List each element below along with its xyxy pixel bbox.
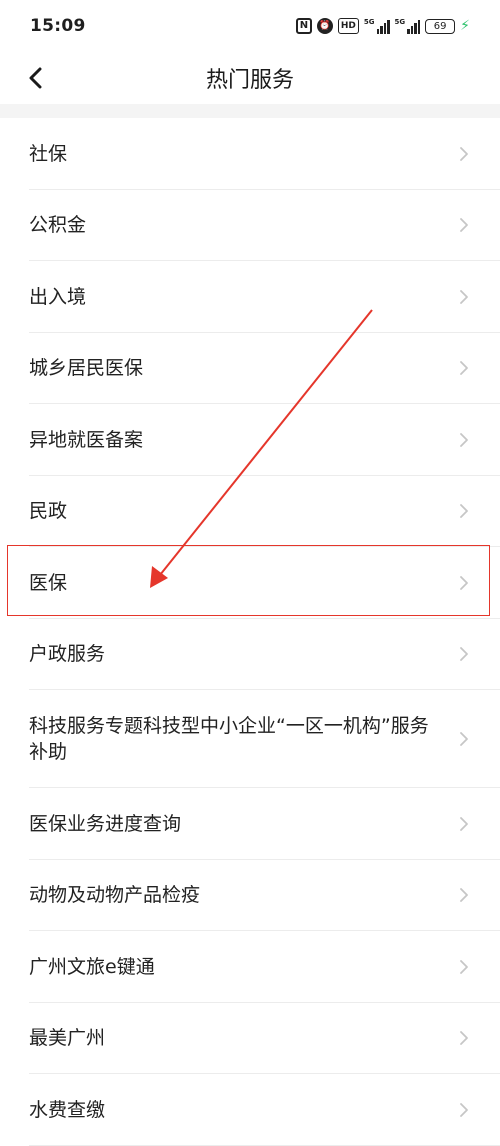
list-item[interactable]: 水费查缴 <box>0 1074 500 1146</box>
list-item-label: 广州文旅e键通 <box>29 955 155 978</box>
list-item-label: 科技服务专题科技型中小企业“一区一机构”服务补助 <box>29 715 429 763</box>
chevron-right-icon <box>460 146 468 161</box>
list-item[interactable]: 医保 <box>0 547 500 619</box>
list-item[interactable]: 社保 <box>0 118 500 190</box>
section-divider <box>0 104 500 118</box>
chevron-right-icon <box>460 888 468 903</box>
chevron-right-icon <box>460 575 468 590</box>
nfc-icon: N <box>295 18 312 34</box>
list-item-label: 最美广州 <box>29 1027 106 1050</box>
back-button[interactable] <box>20 62 52 94</box>
list-item[interactable]: 户政服务 <box>0 619 500 691</box>
chevron-right-icon <box>460 1102 468 1117</box>
list-item-label: 户政服务 <box>29 643 106 666</box>
list-item[interactable]: 最美广州 <box>0 1003 500 1075</box>
service-list: 社保公积金出入境城乡居民医保 异地就医备案 民政医保户政服务科技服务专题科技型中小企… <box>0 118 500 1146</box>
list-item[interactable]: 民政 <box>0 476 500 548</box>
list-item[interactable]: 异地就医备案 <box>0 404 500 476</box>
chevron-right-icon <box>460 432 468 447</box>
charging-icon: ⚡ <box>460 18 470 34</box>
chevron-right-icon <box>460 647 468 662</box>
signal-icon: 5G <box>364 18 390 34</box>
list-item-label: 出入境 <box>29 285 87 308</box>
chevron-right-icon <box>460 361 468 376</box>
list-item-label: 水费查缴 <box>29 1098 106 1121</box>
nav-bar: 热门服务 <box>0 52 500 104</box>
list-item[interactable]: 动物及动物产品检疫 <box>0 860 500 932</box>
list-item-label: 动物及动物产品检疫 <box>29 884 201 907</box>
chevron-right-icon <box>460 1031 468 1046</box>
list-item[interactable]: 城乡居民医保 <box>0 333 500 405</box>
status-time: 15:09 <box>30 16 86 36</box>
chevron-right-icon <box>460 959 468 974</box>
list-item-label: 公积金 <box>29 214 87 237</box>
status-icons: N ⏰ HD 5G 5G 69 ⚡ <box>295 18 470 34</box>
alarm-icon: ⏰ <box>316 18 333 34</box>
list-item-label: 异地就医备案 <box>29 428 144 451</box>
chevron-right-icon <box>460 816 468 831</box>
chevron-right-icon <box>460 289 468 304</box>
battery-level: 69 <box>433 20 447 32</box>
network-type-2: 5G <box>394 18 406 26</box>
hd-voice-icon: HD <box>337 18 359 34</box>
list-item-label: 医保 <box>29 571 68 594</box>
chevron-right-icon <box>460 732 468 746</box>
list-item[interactable]: 医保业务进度查询 <box>0 788 500 860</box>
list-item[interactable]: 广州文旅e键通 <box>0 931 500 1003</box>
page-title: 热门服务 <box>205 68 294 93</box>
list-item-label: 民政 <box>29 500 68 523</box>
chevron-left-icon <box>29 67 42 89</box>
list-item-label: 城乡居民医保 <box>29 357 144 380</box>
list-item-label: 社保 <box>29 142 68 165</box>
network-type: 5G <box>363 18 375 26</box>
signal-icon-2: 5G <box>395 18 421 34</box>
list-item[interactable]: 公积金 <box>0 190 500 262</box>
list-item-label: 医保业务进度查询 <box>29 812 182 835</box>
chevron-right-icon <box>460 218 468 233</box>
status-bar: 15:09 N ⏰ HD 5G 5G 69 ⚡ <box>0 0 500 52</box>
list-item[interactable]: 科技服务专题科技型中小企业“一区一机构”服务补助 <box>0 690 500 788</box>
list-item[interactable]: 出入境 <box>0 261 500 333</box>
chevron-right-icon <box>460 504 468 519</box>
battery-icon: 69 <box>425 18 456 34</box>
